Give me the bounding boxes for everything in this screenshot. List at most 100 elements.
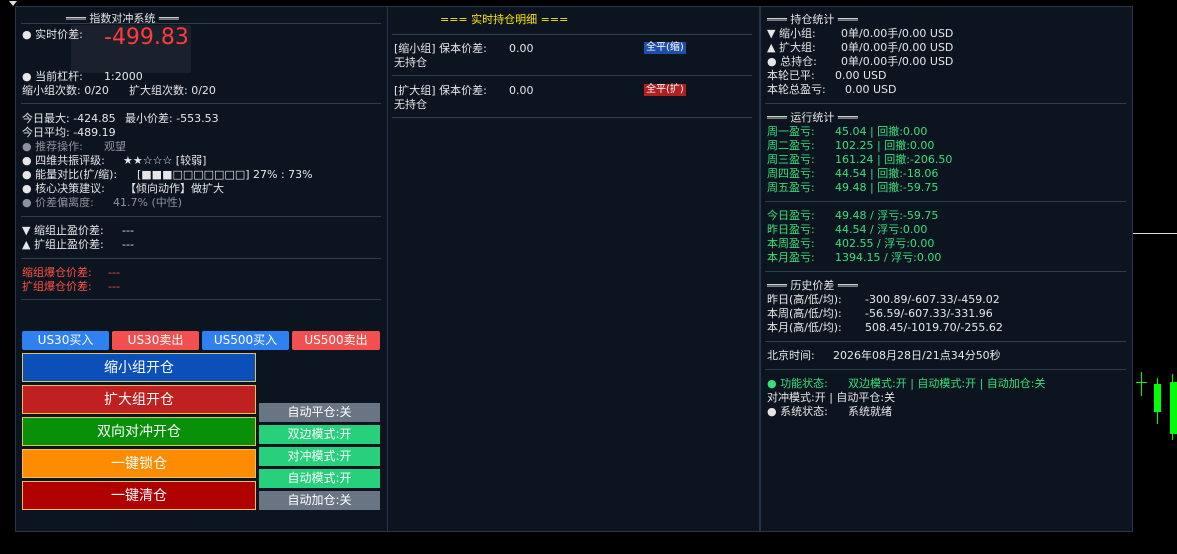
recommend-label: ● 推荐操作:	[22, 140, 83, 153]
round-closed-label: 本轮已平:	[767, 69, 815, 82]
week-fri-label: 周五盈亏:	[767, 181, 815, 194]
today-avg: 今日平均: -489.19	[22, 126, 116, 139]
shrink-tp-label: ▼ 缩组止盈价差:	[22, 224, 104, 237]
shrink-status: 无持仓	[394, 56, 427, 69]
auto-mode-toggle[interactable]: 自动模式:开	[259, 469, 380, 488]
divider	[21, 103, 381, 104]
hist-month-value: 508.45/-1019.70/-255.62	[865, 321, 1003, 334]
shrink-count: 缩小组次数: 0/20	[22, 84, 109, 97]
hedge-system-panel: ═══ 指数对冲系统 ═══ ● 实时价差: -499.83 ● 当前杠杆: 1…	[15, 6, 388, 532]
function-status-value: 双边模式:开 | 自动模式:开 | 自动加仓:关	[848, 377, 1046, 390]
function-status-label: ● 功能状态:	[767, 377, 828, 390]
divider	[765, 271, 1126, 272]
week-thu-value: 44.54 | 回撤:-18.06	[835, 167, 939, 180]
divider	[21, 258, 381, 259]
us30-buy-button[interactable]: US30买入	[22, 331, 109, 350]
week-wed-value: 161.24 | 回撤:-206.50	[835, 153, 953, 166]
hist-yesterday-value: -300.89/-607.33/-459.02	[865, 293, 1000, 306]
close-expand-button[interactable]: 全平(扩)	[644, 84, 686, 96]
pos-expand-value: 0单/0.00手/0.00 USD	[841, 41, 954, 54]
expand-count: 扩大组次数: 0/20	[129, 84, 216, 97]
divider	[765, 341, 1126, 342]
divider	[765, 103, 1126, 104]
recommend-value: 观望	[104, 140, 126, 153]
system-status-label: ● 系统状态:	[767, 405, 828, 418]
week-thu-label: 周四盈亏:	[767, 167, 815, 180]
core-decision-value: 【倾向动作】做扩大	[125, 182, 224, 195]
beijing-time-label: 北京时间:	[767, 349, 815, 362]
realtime-spread-label: ● 实时价差:	[22, 28, 83, 41]
expand-status: 无持仓	[394, 98, 427, 111]
panel-title: === 实时持仓明细 ===	[440, 13, 569, 26]
run-stats-title: ═══ 运行统计 ═══	[767, 111, 858, 124]
shrink-open-button[interactable]: 缩小组开仓	[22, 353, 256, 382]
expand-open-button[interactable]: 扩大组开仓	[22, 385, 256, 414]
pos-shrink-label: ▼ 缩小组:	[767, 27, 816, 40]
bilateral-mode-toggle[interactable]: 双边模式:开	[259, 425, 380, 444]
hist-month-label: 本月(高/低/均):	[767, 321, 842, 334]
leverage-value: 1:2000	[104, 70, 143, 83]
expand-breakeven-value: 0.00	[509, 84, 534, 97]
realtime-spread-value: -499.83	[104, 25, 189, 50]
yesterday-pnl-value: 44.54 / 浮亏:0.00	[835, 223, 928, 236]
beijing-time-value: 2026年08月28日/21点34分50秒	[833, 349, 1001, 362]
today-pnl-label: 今日盈亏:	[767, 209, 815, 222]
week-pnl-value: 402.55 / 浮亏:0.00	[835, 237, 935, 250]
yesterday-pnl-label: 昨日盈亏:	[767, 223, 815, 236]
position-detail-panel: === 实时持仓明细 === [缩小组] 保本价差: 0.00 全平(缩) 无持…	[387, 6, 760, 532]
deviation-label: ● 价差偏离度:	[22, 196, 94, 209]
today-pnl-value: 49.48 / 浮亏:-59.75	[835, 209, 939, 222]
lock-all-button[interactable]: 一键锁仓	[22, 449, 256, 478]
resonance-rating: ★★☆☆☆ [较弱]	[123, 154, 207, 167]
round-closed-value: 0.00 USD	[835, 69, 887, 82]
hist-yesterday-label: 昨日(高/低/均):	[767, 293, 842, 306]
min-spread: 最小价差: -553.53	[125, 112, 219, 125]
auto-add-toggle[interactable]: 自动加仓:关	[259, 491, 380, 510]
week-tue-label: 周二盈亏:	[767, 139, 815, 152]
us30-sell-button[interactable]: US30卖出	[112, 331, 199, 350]
expand-liquidation-value: ---	[108, 280, 120, 293]
divider	[392, 34, 752, 35]
month-pnl-label: 本月盈亏:	[767, 251, 815, 264]
pos-total-label: ● 总持仓:	[767, 55, 817, 68]
energy-bar: [■■■□□□□□□□] 27% : 73%	[137, 168, 313, 181]
divider	[21, 23, 381, 24]
shrink-tp-value: ---	[122, 224, 134, 237]
divider	[21, 216, 381, 217]
price-chart-area	[1133, 0, 1177, 554]
us500-buy-button[interactable]: US500买入	[202, 331, 289, 350]
price-level-line	[1133, 233, 1177, 234]
auto-close-toggle[interactable]: 自动平仓:关	[259, 403, 380, 422]
system-status-value: 系统就绪	[848, 405, 892, 418]
pos-expand-label: ▲ 扩大组:	[767, 41, 816, 54]
divider	[765, 369, 1126, 370]
hedge-mode-toggle[interactable]: 对冲模式:开	[259, 447, 380, 466]
week-mon-label: 周一盈亏:	[767, 125, 815, 138]
week-wed-label: 周三盈亏:	[767, 153, 815, 166]
clear-all-button[interactable]: 一键清仓	[22, 481, 256, 510]
function-status-line2: 对冲模式:开 | 自动平仓:关	[767, 391, 896, 404]
expand-tp-label: ▲ 扩组止盈价差:	[22, 238, 104, 251]
deviation-value: 41.7% (中性)	[113, 196, 183, 209]
statistics-panel: ═══ 持仓统计 ═══ ▼ 缩小组: 0单/0.00手/0.00 USD ▲ …	[760, 6, 1133, 532]
expand-tp-value: ---	[122, 238, 134, 251]
hedge-open-button[interactable]: 双向对冲开仓	[22, 417, 256, 446]
divider	[392, 117, 752, 118]
close-shrink-button[interactable]: 全平(缩)	[644, 42, 686, 54]
month-pnl-value: 1394.15 / 浮亏:0.00	[835, 251, 942, 264]
history-spread-title: ═══ 历史价差 ═══	[767, 279, 858, 292]
round-total-value: 0.00 USD	[845, 83, 897, 96]
shrink-liquidation-value: ---	[108, 266, 120, 279]
resonance-label: ● 四维共振评级:	[22, 154, 105, 167]
us500-sell-button[interactable]: US500卖出	[292, 331, 380, 350]
leverage-label: ● 当前杠杆:	[22, 70, 83, 83]
shrink-breakeven-value: 0.00	[509, 42, 534, 55]
hist-week-label: 本周(高/低/均):	[767, 307, 842, 320]
week-mon-value: 45.04 | 回撤:0.00	[835, 125, 928, 138]
candle-body	[1170, 382, 1177, 434]
round-total-label: 本轮总盈亏:	[767, 83, 826, 96]
expand-breakeven-label: [扩大组] 保本价差:	[394, 84, 487, 97]
hist-week-value: -56.59/-607.33/-331.96	[865, 307, 993, 320]
core-decision-label: ● 核心决策建议:	[22, 182, 105, 195]
candle-wick	[1141, 372, 1142, 396]
